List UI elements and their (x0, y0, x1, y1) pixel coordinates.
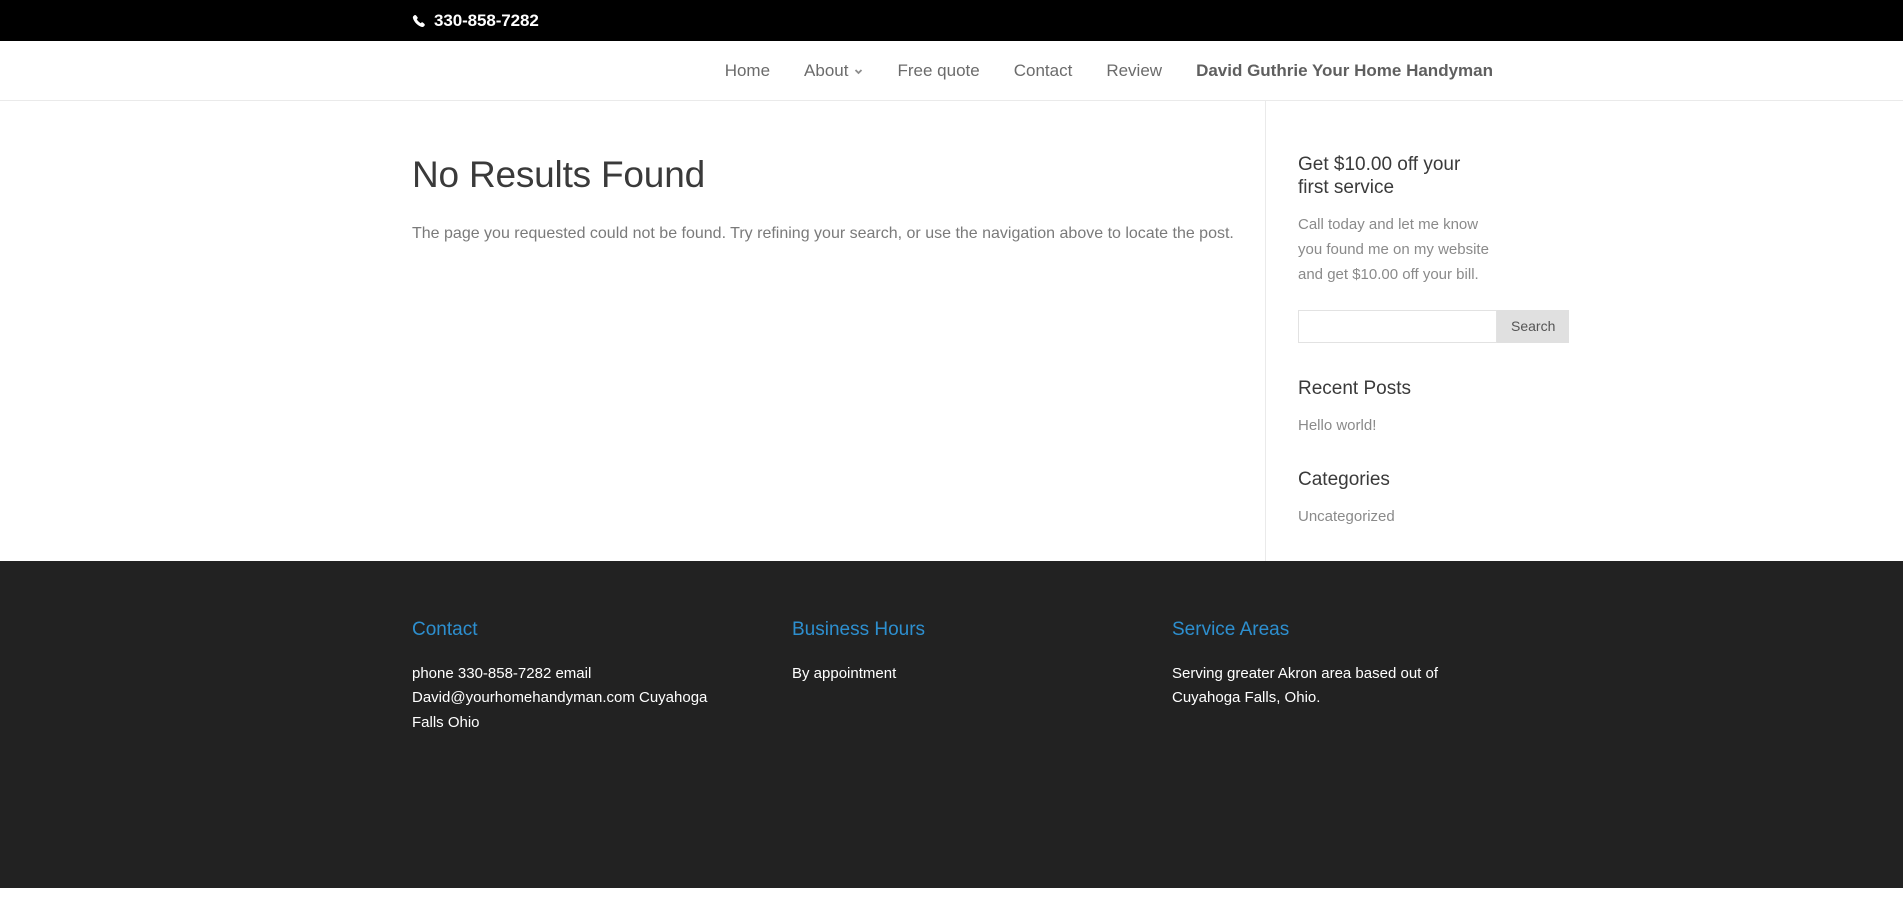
footer-heading-contact: Contact (412, 619, 478, 640)
nav-item-david-guthrie-your-home-handyman[interactable]: David Guthrie Your Home Handyman (1179, 62, 1493, 79)
footer-text-service-areas: Serving greater Akron area based out of … (1172, 665, 1439, 707)
chevron-down-icon (855, 69, 863, 75)
top-bar: 330-858-7282 (0, 0, 1903, 41)
topbar-phone[interactable]: 330-858-7282 (412, 11, 539, 31)
recent-posts-title: Recent Posts (1298, 377, 1411, 399)
footer-heading-business-hours: Business Hours (792, 619, 926, 640)
recent-post-item[interactable]: Hello world! (1298, 414, 1495, 438)
nav-item-free-quote[interactable]: Free quote (880, 62, 996, 79)
nav-item-free-quote-label: Free quote (897, 61, 980, 80)
nav-item-contact[interactable]: Contact (997, 62, 1090, 79)
nav-item-review[interactable]: Review (1089, 62, 1179, 79)
nav-item-review-label: Review (1106, 61, 1163, 80)
main-content: No Results Found The page you requested … (0, 101, 1265, 561)
nav-item-home-label: Home (724, 61, 771, 80)
nav-item-home[interactable]: Home (708, 62, 787, 79)
category-item[interactable]: Uncategorized (1298, 505, 1495, 529)
footer-columns: Contact phone 330-858-7282 email David@y… (0, 619, 1903, 735)
footer-text-contact: phone 330-858-7282 email David@yourhomeh… (412, 665, 708, 731)
main-navigation: Home About Free quote Contact Review Dav… (708, 62, 1493, 79)
nav-item-about-label: About (804, 61, 849, 80)
footer-column-business-hours: Business Hours By appointment (792, 619, 1172, 735)
page-title: No Results Found (412, 154, 705, 195)
page-body: No Results Found The page you requested … (0, 101, 1903, 561)
search-widget: Search (1298, 309, 1570, 343)
footer-heading-service-areas: Service Areas (1172, 619, 1290, 640)
promo-title: Get $10.00 off your first service (1298, 154, 1461, 199)
phone-icon (412, 15, 425, 28)
footer-text-business-hours: By appointment (792, 665, 897, 682)
footer-column-service-areas: Service Areas Serving greater Akron area… (1172, 619, 1552, 735)
nav-item-contact-label: Contact (1013, 61, 1073, 80)
categories-title: Categories (1298, 468, 1390, 490)
search-input[interactable] (1298, 309, 1497, 343)
page-body-text: The page you requested could not be foun… (412, 225, 1234, 243)
search-button[interactable]: Search (1497, 309, 1570, 343)
nav-item-david-guthrie-label: David Guthrie Your Home Handyman (1196, 61, 1493, 80)
widget-promo: Get $10.00 off your first service Call t… (1298, 153, 1570, 343)
widget-recent-posts: Recent Posts Hello world! (1298, 377, 1495, 438)
site-footer: Contact phone 330-858-7282 email David@y… (0, 561, 1903, 888)
site-header: Home About Free quote Contact Review Dav… (0, 41, 1903, 101)
footer-column-contact: Contact phone 330-858-7282 email David@y… (412, 619, 792, 735)
widget-categories: Categories Uncategorized (1298, 468, 1495, 529)
sidebar: Get $10.00 off your first service Call t… (1265, 101, 1903, 561)
promo-text: Call today and let me know you found me … (1298, 216, 1489, 283)
nav-item-about[interactable]: About (787, 62, 880, 79)
topbar-phone-number: 330-858-7282 (434, 10, 539, 30)
